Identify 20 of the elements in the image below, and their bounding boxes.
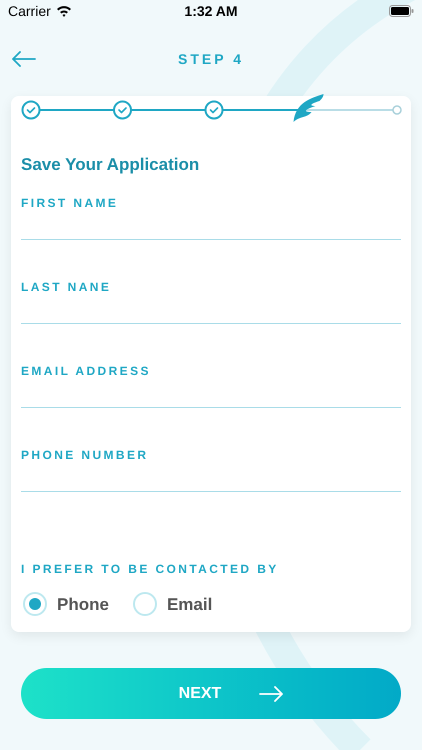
step-title: STEP 4	[178, 50, 244, 68]
radio-option[interactable]: Phone	[23, 592, 109, 617]
radio-option[interactable]: Email	[132, 592, 212, 617]
wifi-icon	[56, 5, 72, 17]
contact-label: I PREFER TO BE CONTACTED BY	[21, 560, 280, 578]
arrow-right-icon	[259, 686, 284, 702]
radio-label: Phone	[57, 594, 109, 616]
radio-button[interactable]	[23, 592, 47, 616]
status-time: 1:32 AM	[184, 2, 238, 20]
back-button[interactable]	[10, 49, 38, 69]
back-arrow-icon	[12, 51, 36, 67]
field-label: EMAIL ADDRESS	[21, 362, 152, 378]
field-label: LAST NANE	[21, 278, 112, 294]
radio-label: Email	[166, 594, 212, 616]
form-title: Save Your Application	[21, 154, 200, 176]
radio-button[interactable]	[132, 592, 157, 616]
battery-icon	[388, 5, 414, 17]
field-label: PHONE NUMBER	[21, 446, 150, 462]
carrier-label: Carrier	[8, 2, 51, 20]
field-label: FIRST NAME	[21, 194, 120, 210]
